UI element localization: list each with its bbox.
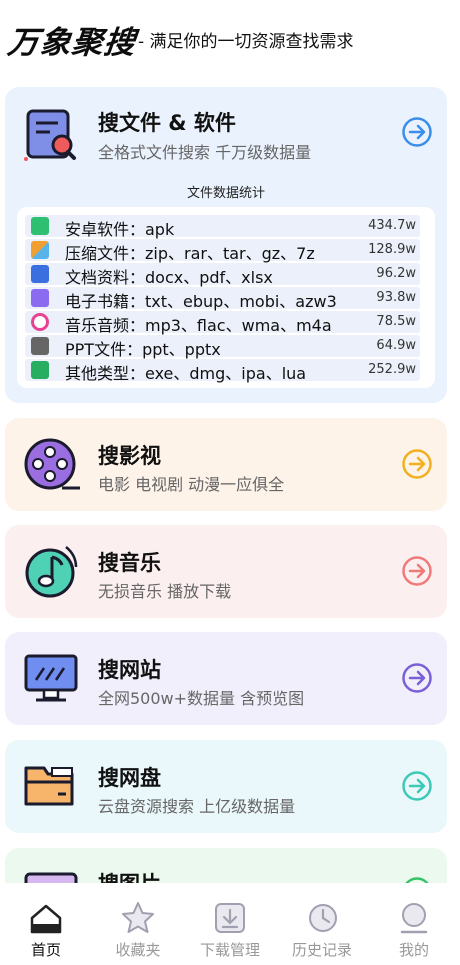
stat-label: PPT文件：ppt、pptx: [65, 340, 221, 359]
tab-label: 历史记录: [291, 941, 352, 959]
ebook-icon: [31, 289, 49, 307]
arrow-right-icon[interactable]: [401, 662, 433, 694]
profile-icon: [400, 903, 428, 934]
stat-count: 78.5w: [376, 314, 416, 329]
arrow-right-icon[interactable]: [401, 555, 433, 587]
audio-icon: [31, 313, 49, 331]
monitor-icon: [24, 654, 78, 702]
tab-label: 我的: [398, 941, 429, 959]
search-files-card[interactable]: 搜文件 & 软件 全格式文件搜索 千万级数据量 文件数据统计 安卓软件：apk …: [5, 87, 447, 403]
files-card-title: 搜文件 & 软件: [98, 111, 236, 135]
cloud-disk-card-title: 搜网盘: [98, 766, 161, 790]
stat-count: 93.8w: [376, 290, 416, 305]
download-icon: [215, 903, 245, 933]
tab-favorites[interactable]: 收藏夹: [92, 883, 184, 965]
search-website-card[interactable]: 搜网站 全网500w+数据量 含预览图: [5, 632, 447, 725]
stat-label: 电子书籍：txt、ebup、mobi、azw3: [65, 292, 337, 311]
search-movie-card[interactable]: 搜影视 电影 电视剧 动漫一应俱全: [5, 418, 447, 511]
stat-row-apk: 安卓软件：apk 434.7w: [25, 215, 420, 239]
tab-label: 下载管理: [199, 941, 260, 959]
stat-count: 434.7w: [368, 218, 416, 233]
music-note-icon: [25, 546, 78, 598]
film-reel-icon: [24, 438, 80, 490]
tab-label: 首页: [30, 941, 61, 959]
movie-card-subtitle: 电影 电视剧 动漫一应俱全: [98, 475, 285, 494]
app-slogan: - 满足你的一切资源查找需求: [138, 32, 354, 52]
stats-title: 文件数据统计: [186, 186, 265, 201]
stat-row-docs: 文档资料：docx、pdf、xlsx 96.2w: [25, 263, 420, 287]
tab-home[interactable]: 首页: [0, 883, 92, 965]
stat-row-audio: 音乐音频：mp3、flac、wma、m4a 78.5w: [25, 311, 420, 335]
stat-row-ebook: 电子书籍：txt、ebup、mobi、azw3 93.8w: [25, 287, 420, 311]
star-icon: [122, 902, 154, 933]
arrow-right-icon[interactable]: [401, 448, 433, 480]
arrow-right-icon[interactable]: [401, 116, 433, 148]
music-card-title: 搜音乐: [98, 551, 161, 575]
tab-downloads[interactable]: 下载管理: [184, 883, 276, 965]
website-card-title: 搜网站: [98, 658, 161, 682]
stat-label: 安卓软件：apk: [65, 220, 175, 239]
tab-profile[interactable]: 我的: [368, 883, 460, 965]
bottom-tab-bar: 首页 收藏夹 下载管理 历史记录 我的: [0, 883, 460, 965]
app-logo: 万象聚搜: [5, 25, 138, 61]
file-stats-list: 安卓软件：apk 434.7w 压缩文件：zip、rar、tar、gz、7z 1…: [17, 207, 435, 388]
search-music-card[interactable]: 搜音乐 无损音乐 播放下载: [5, 525, 447, 618]
stat-count: 96.2w: [376, 266, 416, 281]
archive-icon: [31, 241, 49, 259]
arrow-right-icon[interactable]: [401, 770, 433, 802]
stat-label: 压缩文件：zip、rar、tar、gz、7z: [65, 244, 315, 263]
movie-card-title: 搜影视: [98, 444, 161, 468]
app-header: 万象聚搜 - 满足你的一切资源查找需求: [0, 0, 460, 80]
stat-label: 其他类型：exe、dmg、ipa、lua: [65, 364, 307, 383]
cloud-disk-card-subtitle: 云盘资源搜索 上亿级数据量: [98, 797, 296, 816]
tab-label: 收藏夹: [115, 941, 161, 959]
stat-label: 文档资料：docx、pdf、xlsx: [65, 268, 273, 287]
files-card-subtitle: 全格式文件搜索 千万级数据量: [98, 143, 312, 162]
stat-row-other: 其他类型：exe、dmg、ipa、lua 252.9w: [25, 359, 420, 383]
folder-icon: [24, 766, 74, 806]
stat-row-archive: 压缩文件：zip、rar、tar、gz、7z 128.9w: [25, 239, 420, 263]
website-card-subtitle: 全网500w+数据量 含预览图: [98, 689, 305, 708]
other-file-icon: [31, 361, 49, 379]
search-cloud-disk-card[interactable]: 搜网盘 云盘资源搜索 上亿级数据量: [5, 740, 447, 833]
home-icon: [30, 904, 62, 934]
stat-label: 音乐音频：mp3、flac、wma、m4a: [65, 316, 332, 335]
document-search-icon: [24, 109, 76, 161]
music-card-subtitle: 无损音乐 播放下载: [98, 582, 232, 601]
stat-count: 252.9w: [368, 362, 416, 377]
android-icon: [31, 217, 49, 235]
stat-count: 64.9w: [376, 338, 416, 353]
tab-history[interactable]: 历史记录: [276, 883, 368, 965]
history-icon: [309, 904, 337, 932]
stat-row-ppt: PPT文件：ppt、pptx 64.9w: [25, 335, 420, 359]
word-doc-icon: [31, 265, 49, 283]
ppt-icon: [31, 337, 49, 355]
stat-count: 128.9w: [368, 242, 416, 257]
